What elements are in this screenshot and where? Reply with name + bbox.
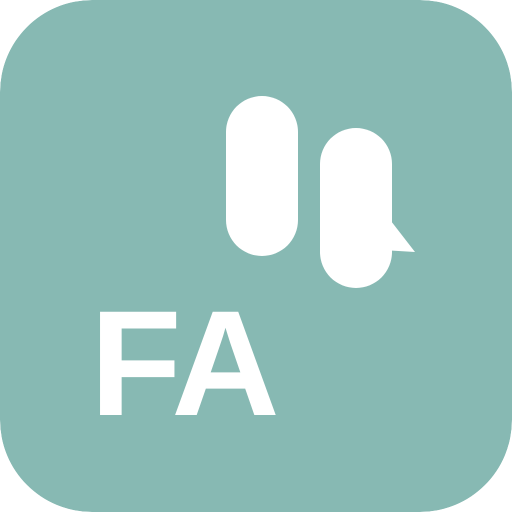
- icon-label: FA: [90, 279, 278, 447]
- app-icon-graphic: FA: [0, 0, 512, 512]
- right-bubble-shape: [320, 128, 392, 288]
- left-bubble-shape: [226, 96, 298, 256]
- app-icon[interactable]: FA: [0, 0, 512, 512]
